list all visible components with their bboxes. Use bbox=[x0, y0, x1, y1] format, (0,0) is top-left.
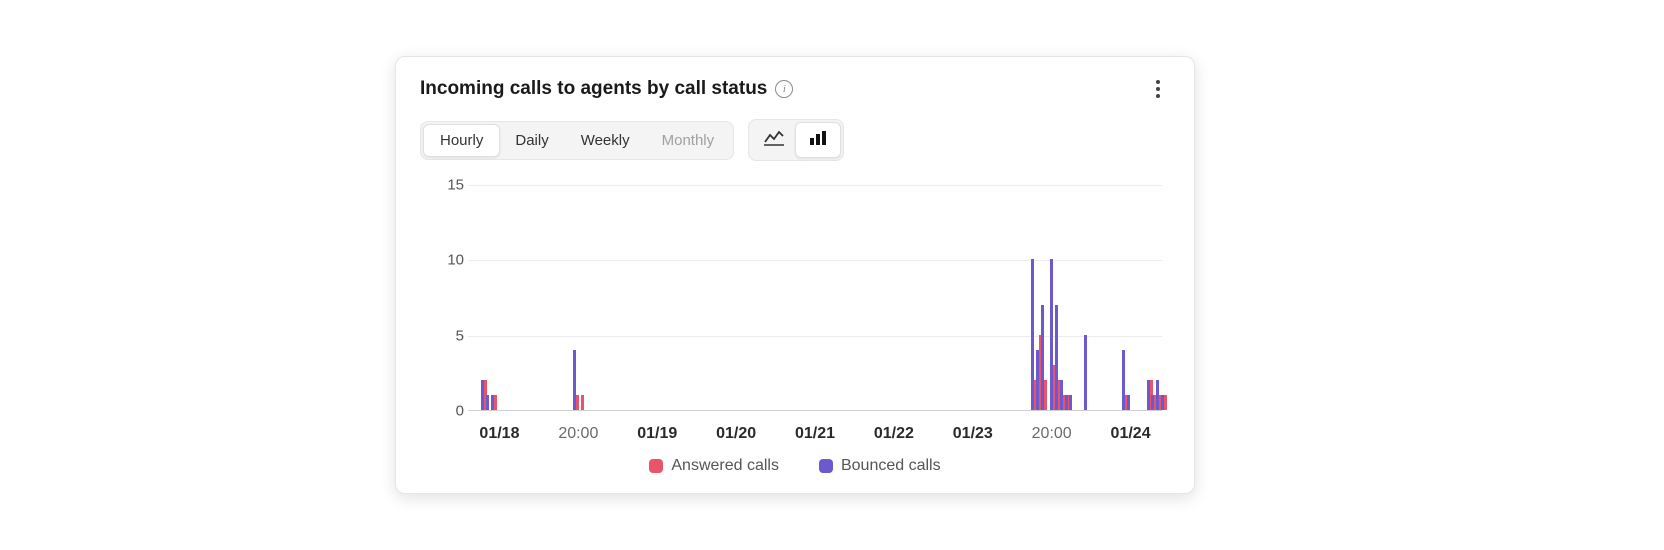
x-tick: 01/18 bbox=[460, 425, 539, 443]
title-wrap: Incoming calls to agents by call status … bbox=[420, 78, 793, 100]
x-tick: 01/20 bbox=[697, 425, 776, 443]
x-tick: 20:00 bbox=[539, 425, 618, 443]
more-options-button[interactable] bbox=[1146, 77, 1170, 101]
x-axis-labels: 01/1820:0001/1901/2001/2101/2201/2320:00… bbox=[460, 425, 1170, 443]
granularity-monthly: Monthly bbox=[646, 125, 731, 156]
chart-plot bbox=[468, 185, 1162, 411]
x-tick: 01/23 bbox=[933, 425, 1012, 443]
info-icon[interactable]: i bbox=[775, 80, 793, 98]
line-chart-toggle[interactable] bbox=[752, 123, 796, 157]
y-tick: 10 bbox=[438, 252, 464, 269]
legend-bounced[interactable]: Bounced calls bbox=[819, 457, 941, 475]
bounced-bar bbox=[1127, 395, 1130, 410]
y-tick: 15 bbox=[438, 177, 464, 194]
grid-line bbox=[468, 260, 1162, 261]
bar-chart-toggle[interactable] bbox=[795, 122, 841, 158]
granularity-hourly[interactable]: Hourly bbox=[423, 124, 500, 157]
x-tick: 01/22 bbox=[854, 425, 933, 443]
legend-answered-label: Answered calls bbox=[671, 457, 779, 475]
granularity-weekly[interactable]: Weekly bbox=[565, 125, 646, 156]
granularity-segmented: HourlyDailyWeeklyMonthly bbox=[420, 121, 734, 160]
x-tick: 01/19 bbox=[618, 425, 697, 443]
legend-answered-swatch bbox=[649, 459, 663, 473]
answered-bar bbox=[494, 395, 497, 410]
bounced-bar bbox=[1069, 395, 1072, 410]
line-chart-icon bbox=[764, 130, 784, 146]
bounced-bar bbox=[486, 395, 489, 410]
legend-bounced-label: Bounced calls bbox=[841, 457, 941, 475]
chart-area: 0 5 10 15 bbox=[420, 179, 1170, 419]
y-tick: 5 bbox=[438, 327, 464, 344]
grid-line bbox=[468, 185, 1162, 186]
calls-by-status-card: Incoming calls to agents by call status … bbox=[395, 56, 1195, 494]
y-tick: 0 bbox=[438, 403, 464, 420]
bar-chart-icon bbox=[808, 130, 828, 146]
answered-bar bbox=[1164, 395, 1167, 410]
card-title: Incoming calls to agents by call status bbox=[420, 78, 767, 100]
answered-bar bbox=[1044, 380, 1047, 410]
x-tick: 01/21 bbox=[776, 425, 855, 443]
answered-bar bbox=[576, 395, 579, 410]
chart-type-segmented bbox=[748, 119, 844, 161]
legend-answered[interactable]: Answered calls bbox=[649, 457, 779, 475]
granularity-daily[interactable]: Daily bbox=[499, 125, 564, 156]
bounced-bar bbox=[1084, 335, 1087, 410]
x-tick: 20:00 bbox=[1012, 425, 1091, 443]
x-tick: 01/24 bbox=[1091, 425, 1170, 443]
legend-bounced-swatch bbox=[819, 459, 833, 473]
card-header: Incoming calls to agents by call status … bbox=[420, 77, 1170, 101]
chart-legend: Answered calls Bounced calls bbox=[420, 457, 1170, 475]
answered-bar bbox=[581, 395, 584, 410]
toolbar: HourlyDailyWeeklyMonthly bbox=[420, 119, 1170, 161]
